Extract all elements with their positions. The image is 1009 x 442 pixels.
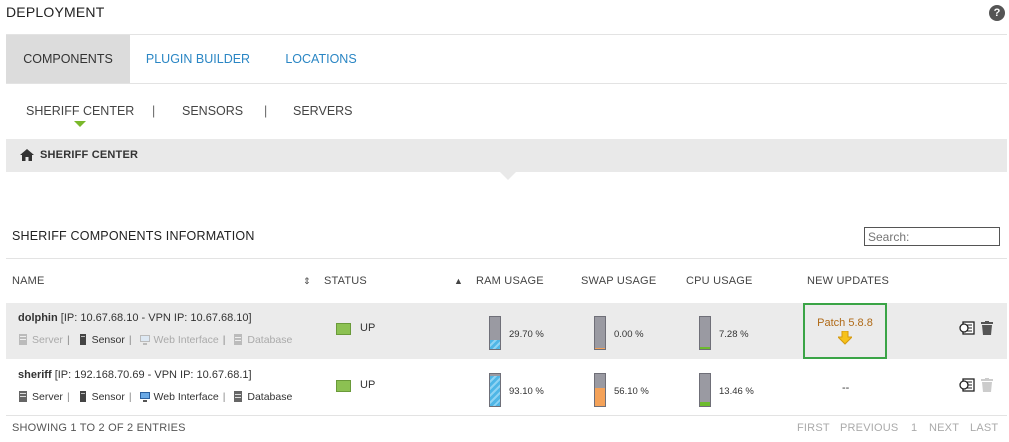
sort-asc-icon[interactable]: ▲ [454,276,463,286]
swap-fill [595,348,605,349]
cpu-fill [700,401,710,406]
patch-label[interactable]: Patch 5.8.8 [805,317,885,329]
active-subnav-indicator [74,121,86,127]
cpu-value: 7.28 % [719,329,749,340]
service-web-interface: Web Interface [139,334,219,346]
swap-fill [595,388,605,406]
search-input[interactable] [864,227,1000,246]
pager-next[interactable]: NEXT [929,422,959,434]
component-ips: [IP: 10.67.68.10 - VPN IP: 10.67.68.10] [60,312,252,324]
subnav-servers[interactable]: SERVERS [293,104,353,118]
swap-value: 56.10 % [614,386,649,397]
pager-previous[interactable]: PREVIOUS [840,422,898,434]
breadcrumb-notch [500,172,516,180]
table-row[interactable]: dolphin [IP: 10.67.68.10 - VPN IP: 10.67… [6,303,1007,359]
swap-meter [594,373,606,407]
sensor-icon [79,334,86,345]
component-name[interactable]: dolphin [18,312,58,324]
ram-value: 93.10 % [509,386,544,397]
deploy-icon[interactable] [959,378,975,392]
subnav-sensors[interactable]: SENSORS [182,104,243,118]
component-services: Server | Sensor | Web Interface | Database [18,334,294,346]
home-icon[interactable] [20,149,34,161]
subnav-separator: | [152,104,156,118]
section-title: SHERIFF COMPONENTS INFORMATION [12,229,255,243]
tab-plugin-builder[interactable]: PLUGIN BUILDER [143,35,253,83]
column-header-status[interactable]: STATUS [324,275,367,287]
cpu-meter [699,316,711,350]
pager-page[interactable]: 1 [911,422,917,434]
no-update-text: -- [842,382,850,394]
trash-icon [981,378,993,392]
status-indicator [336,323,351,335]
column-header-swap[interactable]: SWAP USAGE [581,275,656,287]
service-sensor: Sensor [78,334,125,346]
monitor-icon [139,335,150,345]
server-icon [19,391,27,402]
service-database: Database [233,391,292,403]
table-row[interactable]: sheriff [IP: 192.168.70.69 - VPN IP: 10.… [6,360,1007,416]
main-tabs: COMPONENTS PLUGIN BUILDER LOCATIONS [6,34,1007,84]
update-box[interactable]: Patch 5.8.8 [803,303,887,359]
service-server: Server [18,334,63,346]
cpu-meter [699,373,711,407]
swap-meter [594,316,606,350]
cpu-fill [700,346,710,349]
ram-value: 29.70 % [509,329,544,340]
sensor-icon [79,391,86,402]
database-icon [234,391,243,402]
ram-meter [489,316,501,350]
tab-locations[interactable]: LOCATIONS [282,35,360,83]
deploy-icon[interactable] [959,321,975,335]
database-icon [234,334,243,345]
service-server: Server [18,391,63,403]
trash-icon[interactable] [981,321,993,335]
component-host: dolphin [IP: 10.67.68.10 - VPN IP: 10.67… [18,312,252,324]
status-indicator [336,380,351,392]
pager-last[interactable]: LAST [970,422,998,434]
table-header: NAME ⇕ STATUS ▲ RAM USAGE SWAP USAGE CPU… [6,258,1007,302]
subnav-separator: | [264,104,268,118]
page-title: DEPLOYMENT [6,4,105,20]
status-text: UP [360,379,376,391]
help-icon[interactable]: ? [989,5,1005,21]
column-header-ram[interactable]: RAM USAGE [476,275,544,287]
component-name[interactable]: sheriff [18,369,52,381]
cpu-value: 13.46 % [719,386,754,397]
sort-both-icon[interactable]: ⇕ [303,276,311,287]
breadcrumb-label[interactable]: SHERIFF CENTER [40,149,138,161]
status-text: UP [360,322,376,334]
column-header-updates[interactable]: NEW UPDATES [807,275,889,287]
ram-fill [490,339,500,349]
service-web-interface: Web Interface [139,391,219,403]
ram-fill [490,376,500,406]
service-database: Database [233,334,292,346]
breadcrumb: SHERIFF CENTER [6,139,1007,172]
component-ips: [IP: 192.168.70.69 - VPN IP: 10.67.68.1] [54,369,252,381]
column-header-cpu[interactable]: CPU USAGE [686,275,753,287]
component-services: Server | Sensor | Web Interface | Database [18,391,294,403]
pager-first[interactable]: FIRST [797,422,830,434]
ram-meter [489,373,501,407]
monitor-icon [139,392,150,402]
entries-info: SHOWING 1 TO 2 OF 2 ENTRIES [12,422,186,434]
swap-value: 0.00 % [614,329,644,340]
column-header-name[interactable]: NAME [12,275,45,287]
page-header: DEPLOYMENT ? [0,0,1009,28]
component-host: sheriff [IP: 192.168.70.69 - VPN IP: 10.… [18,369,252,381]
tab-components[interactable]: COMPONENTS [6,35,130,83]
server-icon [19,334,27,345]
download-arrow-icon[interactable] [838,331,852,345]
subnav-sheriff-center[interactable]: SHERIFF CENTER [26,104,134,118]
service-sensor: Sensor [78,391,125,403]
